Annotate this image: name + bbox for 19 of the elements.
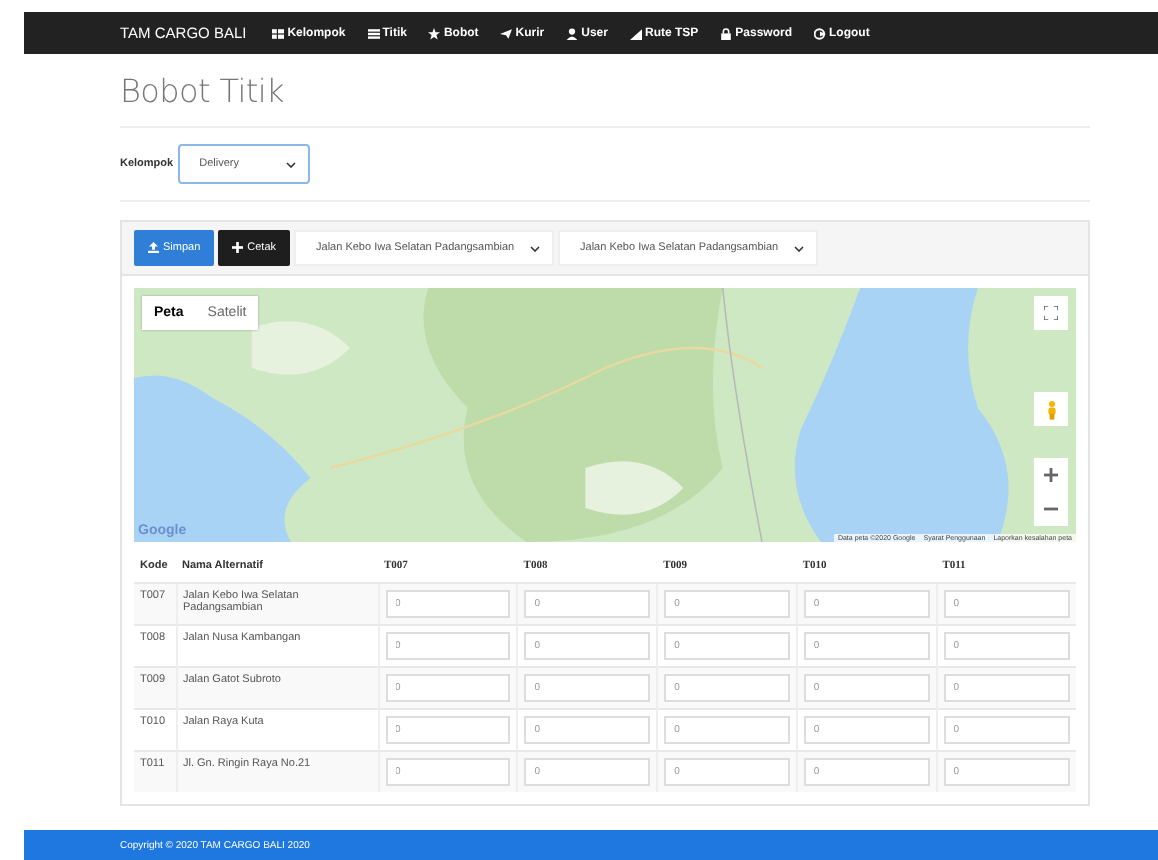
grid-icon xyxy=(272,27,285,39)
chevron-icon xyxy=(285,161,296,167)
signal-icon xyxy=(629,27,642,39)
page-title: Bobot Titik xyxy=(120,72,1090,128)
upload-icon xyxy=(148,242,159,254)
user-icon xyxy=(566,27,579,39)
send-icon xyxy=(500,27,513,39)
list-icon xyxy=(367,27,380,39)
fullscreen-button[interactable] xyxy=(1034,296,1068,330)
minus-icon xyxy=(1044,502,1058,516)
person-icon xyxy=(1045,399,1057,419)
star-icon xyxy=(428,27,441,39)
fullscreen-icon xyxy=(1044,306,1058,320)
plus-icon xyxy=(232,242,244,254)
chevron-icon xyxy=(794,245,805,251)
plus-icon xyxy=(1044,468,1058,482)
chevron-icon xyxy=(530,245,541,251)
logout-icon xyxy=(814,27,827,39)
lock-icon xyxy=(720,27,733,39)
